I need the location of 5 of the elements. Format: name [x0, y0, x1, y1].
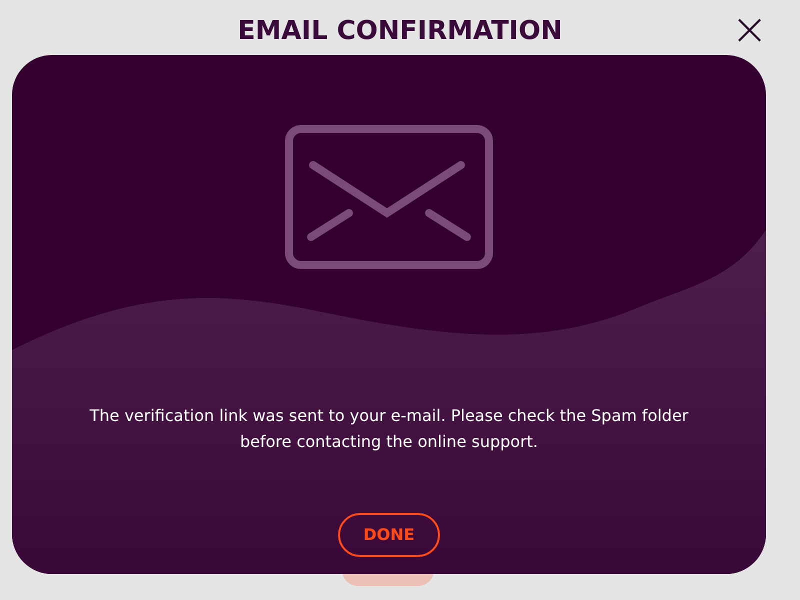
close-button[interactable]: ×: [731, 12, 768, 48]
envelope-icon: [283, 123, 495, 271]
dialog-title: EMAIL CONFIRMATION: [238, 15, 562, 48]
confirmation-message: The verification link was sent to your e-mail. Please check the Spam folder before contacting the online support.: [89, 405, 689, 453]
done-button[interactable]: DONE: [338, 513, 440, 557]
